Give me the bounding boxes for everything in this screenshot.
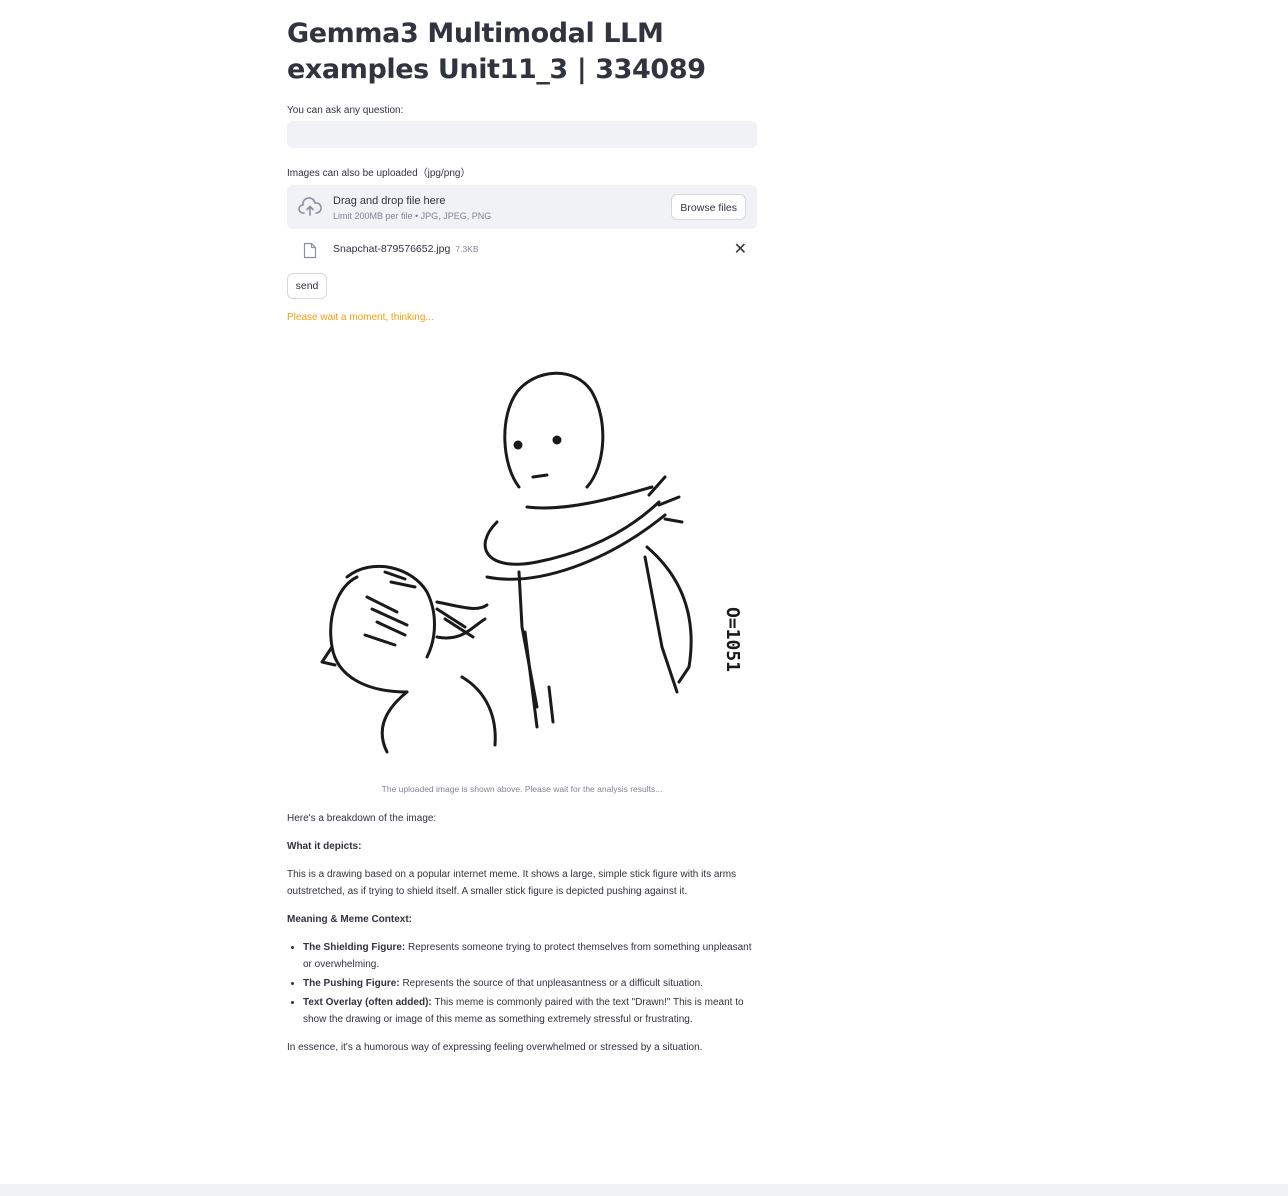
remove-file-icon[interactable]: ✕ xyxy=(734,242,747,258)
list-item: The Pushing Figure: Represents the sourc… xyxy=(303,975,757,992)
question-input[interactable] xyxy=(287,121,757,148)
browse-files-button[interactable]: Browse files xyxy=(671,194,746,220)
bottom-bar xyxy=(0,1184,1288,1196)
uploaded-image: O=1051 xyxy=(287,347,757,767)
answer-heading-meaning: Meaning & Meme Context: xyxy=(287,914,413,925)
file-name: Snapchat-879576652.jpg xyxy=(333,243,451,255)
answer-conclusion: In essence, it's a humorous way of expre… xyxy=(287,1042,703,1053)
answer-bullets: The Shielding Figure: Represents someone… xyxy=(287,939,757,1028)
list-item: The Shielding Figure: Represents someone… xyxy=(303,939,757,973)
image-caption: The uploaded image is shown above. Pleas… xyxy=(381,784,663,794)
answer-intro: Here's a breakdown of the image: xyxy=(287,813,437,824)
page-title: Gemma3 Multimodal LLM examples Unit11_3 … xyxy=(287,18,706,85)
send-button[interactable]: send xyxy=(287,273,327,299)
dropzone-limit: Limit 200MB per file • JPG, JPEG, PNG xyxy=(333,211,492,221)
answer-depicts-text: This is a drawing based on a popular int… xyxy=(287,869,737,897)
meme-drawing: O=1051 xyxy=(320,371,743,754)
file-size: 7.3KB xyxy=(455,244,479,254)
dropzone-title: Drag and drop file here xyxy=(333,195,446,207)
upload-label: Images can also be uploaded（jpg/png） xyxy=(287,168,471,179)
cloud-upload-icon xyxy=(298,197,322,216)
question-label: You can ask any question: xyxy=(287,105,404,116)
answer-section: Here's a breakdown of the image: What it… xyxy=(287,810,757,1056)
main-content: Gemma3 Multimodal LLM examples Unit11_3 … xyxy=(287,0,757,1067)
list-item: Text Overlay (often added): This meme is… xyxy=(303,994,757,1028)
drawing-text: O=1051 xyxy=(722,607,743,672)
answer-heading-depicts: What it depicts: xyxy=(287,841,362,852)
status-text: Please wait a moment, thinking... xyxy=(287,312,434,323)
file-dropzone[interactable]: Drag and drop file here Limit 200MB per … xyxy=(287,185,757,229)
uploaded-file-row: Snapchat-879576652.jpg 7.3KB ✕ xyxy=(287,237,757,263)
file-icon xyxy=(303,242,317,259)
